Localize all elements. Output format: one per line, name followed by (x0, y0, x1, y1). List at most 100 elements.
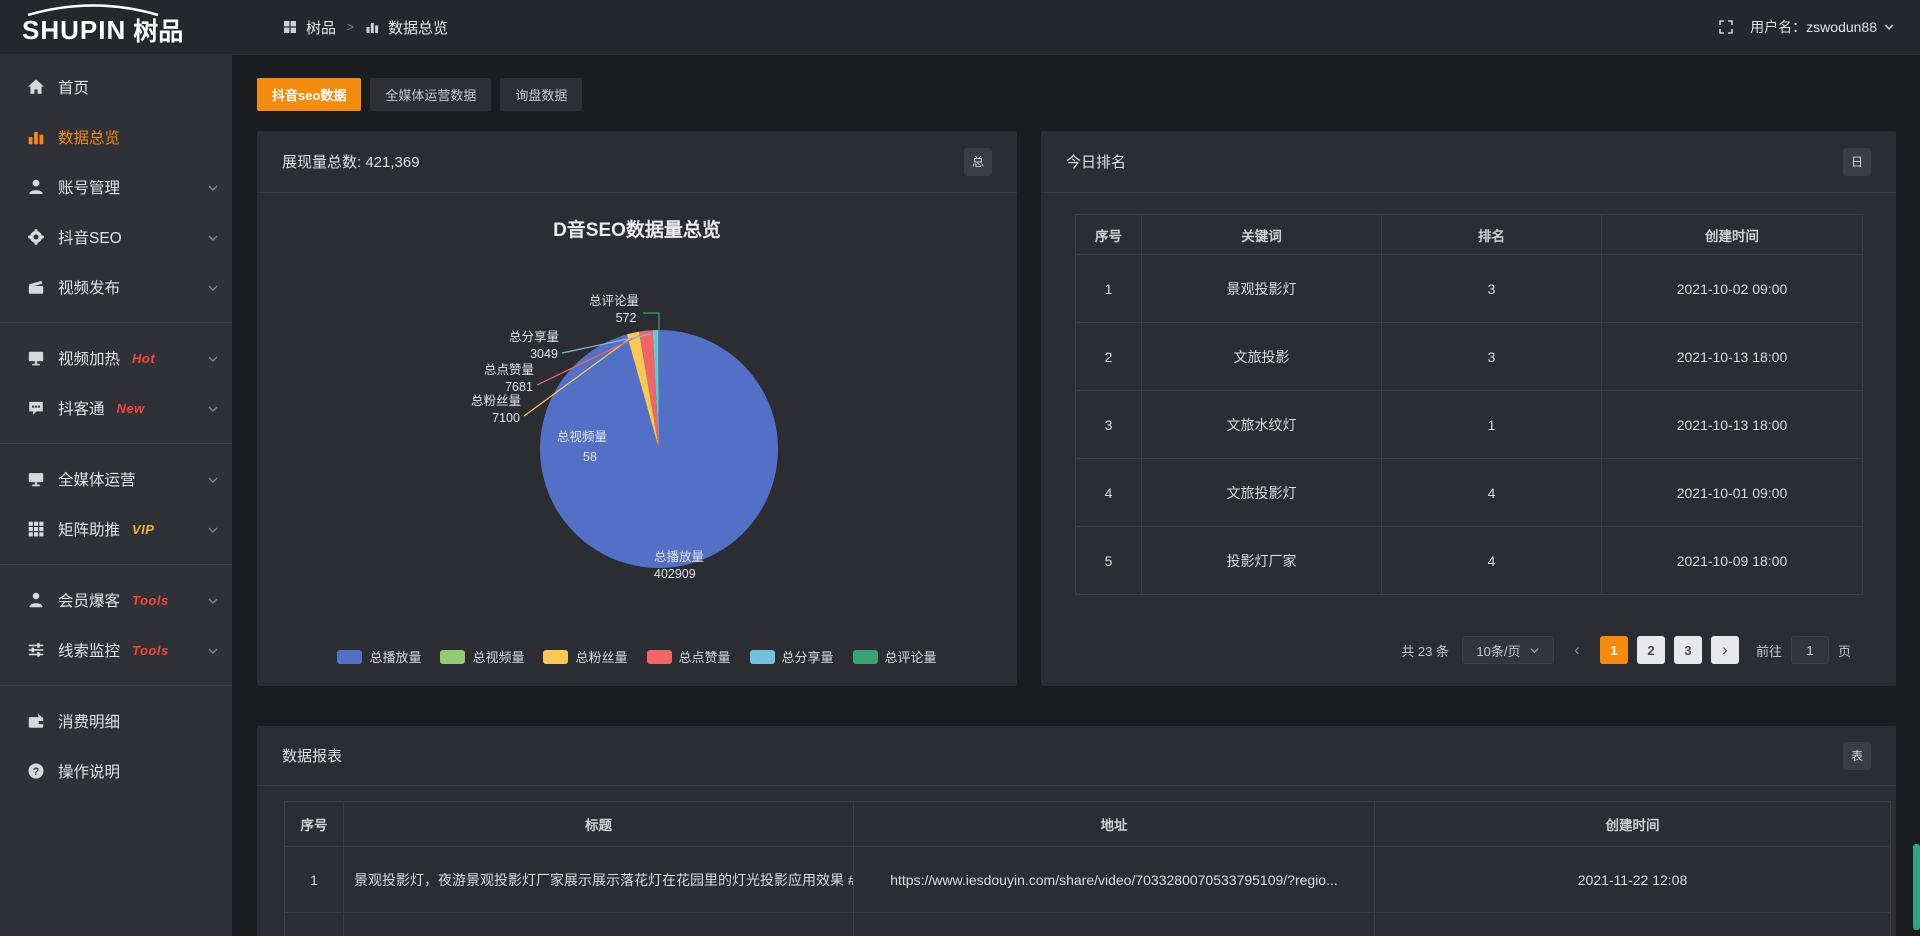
pie-label-总播放量: 402909 (654, 567, 696, 581)
legend-item-总点赞量[interactable]: 总点赞量 (647, 647, 731, 666)
ranking-col-关键词: 关键词 (1142, 215, 1382, 255)
topbar: SHUPIN 树品 树品 > 数据总览 用户名：zswodun88 (0, 0, 1920, 54)
sidebar-item-抖音SEO[interactable]: 抖音SEO (0, 212, 232, 262)
chevron-down-icon (207, 352, 219, 364)
chevron-down-icon (207, 594, 219, 606)
ranking-cell-no: 1 (1076, 255, 1142, 323)
chevron-down-icon (207, 231, 219, 243)
sidebar-divider (0, 564, 232, 565)
legend-item-总分享量[interactable]: 总分享量 (750, 647, 834, 666)
home-icon (27, 78, 45, 96)
legend-item-总播放量[interactable]: 总播放量 (337, 647, 421, 666)
legend-label: 总分享量 (782, 647, 834, 666)
scrollbar-thumb[interactable] (1913, 844, 1920, 930)
ranking-cell-keyword: 文旅水纹灯 (1142, 391, 1382, 459)
sliders-icon (27, 641, 45, 659)
ranking-cell-created: 2021-10-13 18:00 (1602, 323, 1863, 391)
legend-item-总视频量[interactable]: 总视频量 (440, 647, 524, 666)
ranking-cell-keyword: 文旅投影灯 (1142, 459, 1382, 527)
chevron-down-icon (1883, 21, 1895, 33)
report-col-标题: 标题 (344, 802, 854, 847)
sidebar-item-label: 全媒体运营 (58, 468, 136, 490)
sidebar-item-操作说明[interactable]: ?操作说明 (0, 746, 232, 796)
sidebar-item-label: 数据总览 (58, 126, 120, 148)
day-view-button[interactable]: 日 (1843, 148, 1871, 176)
report-header-row: 序号标题地址创建时间 (285, 802, 1891, 847)
sidebar-item-矩阵助推[interactable]: 矩阵助推 VIP (0, 504, 232, 554)
sidebar: 首页数据总览账号管理抖音SEO 视频发布视频加热Hot抖客通New 全媒体运营矩阵助… (0, 54, 232, 936)
ranking-col-序号: 序号 (1076, 215, 1142, 255)
page-button-2[interactable]: 2 (1637, 636, 1665, 664)
report-cell-title: 景观投影灯，夜游景观投影灯厂家展示展示落花灯在花园里的灯光投影应用效果 # (344, 847, 854, 913)
prev-page-button[interactable]: ‹ (1563, 636, 1591, 664)
sidebar-item-首页[interactable]: 首页 (0, 62, 232, 112)
page-button-1[interactable]: 1 (1600, 636, 1628, 664)
breadcrumb-root-icon (283, 20, 297, 34)
chevron-down-icon (1529, 645, 1540, 656)
app-logo: SHUPIN 树品 (22, 0, 232, 54)
table-row: 1景观投影灯，夜游景观投影灯厂家展示展示落花灯在花园里的灯光投影应用效果 #ht… (285, 847, 1891, 913)
grid-icon (27, 520, 45, 538)
sidebar-item-label: 账号管理 (58, 176, 120, 198)
sidebar-item-抖客通[interactable]: 抖客通New (0, 383, 232, 433)
total-view-button[interactable]: 总 (964, 148, 992, 176)
fullscreen-icon[interactable] (1718, 19, 1734, 35)
table-row: 4文旅投影灯42021-10-01 09:00 (1076, 459, 1863, 527)
ranking-cell-no: 2 (1076, 323, 1142, 391)
monitor-icon (27, 470, 45, 488)
chevron-down-icon (207, 473, 219, 485)
page-size-value: 10条/页 (1476, 641, 1520, 660)
table-row: 2文旅投影32021-10-13 18:00 (1076, 323, 1863, 391)
app-root: SHUPIN 树品 树品 > 数据总览 用户名：zswodun88 (0, 0, 1920, 936)
ranking-panel-title: 今日排名 (1066, 151, 1126, 172)
breadcrumb-root[interactable]: 树品 (306, 17, 336, 38)
table-view-button[interactable]: 表 (1843, 742, 1871, 770)
sidebar-item-视频加热[interactable]: 视频加热Hot (0, 333, 232, 383)
pie-label-总粉丝量: 7100 (492, 411, 520, 425)
breadcrumb-current[interactable]: 数据总览 (388, 17, 448, 38)
logo-text-cn: 树品 (133, 12, 183, 48)
legend-item-总粉丝量[interactable]: 总粉丝量 (543, 647, 627, 666)
report-cell-url[interactable]: https://www.iesdouyin.com/share/video/70… (854, 847, 1375, 913)
sidebar-item-视频发布[interactable]: 视频发布 (0, 262, 232, 312)
pie-label-总视频量: 总视频量 (557, 429, 607, 444)
sidebar-item-label: 矩阵助推 (58, 518, 120, 540)
display-icon (27, 349, 45, 367)
report-cell-no: 1 (285, 847, 344, 913)
data-tabs: 抖音seo数据全媒体运营数据询盘数据 (257, 78, 582, 111)
sidebar-item-全媒体运营[interactable]: 全媒体运营 (0, 454, 232, 504)
ranking-cell-no: 3 (1076, 391, 1142, 459)
chevron-down-icon (207, 402, 219, 414)
goto-page-input[interactable] (1791, 636, 1829, 664)
table-row (285, 913, 1891, 936)
pie-label-总分享量: 总分享量 (509, 329, 559, 344)
legend-item-总评论量[interactable]: 总评论量 (853, 647, 937, 666)
tab-全媒体运营数据[interactable]: 全媒体运营数据 (370, 78, 491, 111)
overview-panel: 展现量总数: 421,369 总 D音SEO数据量总览 总播放量402909总视… (257, 131, 1017, 686)
legend-chip (543, 650, 568, 664)
sidebar-item-账号管理[interactable]: 账号管理 (0, 162, 232, 212)
tab-询盘数据[interactable]: 询盘数据 (500, 78, 582, 111)
pie-label-总视频量: 58 (583, 450, 597, 464)
next-page-button[interactable]: › (1711, 636, 1739, 664)
report-col-地址: 地址 (854, 802, 1375, 847)
ranking-table: 序号关键词排名创建时间1景观投影灯32021-10-02 09:002文旅投影3… (1075, 214, 1862, 595)
sidebar-item-线索监控[interactable]: 线索监控Tools (0, 625, 232, 675)
pie-legend: 总播放量总视频量总粉丝量 总点赞量 总分享量总评论量 (257, 647, 1017, 666)
ranking-cell-rank: 3 (1382, 255, 1602, 323)
pie-label-总粉丝量: 总粉丝量 (471, 393, 521, 408)
table-row: 5投影灯厂家42021-10-09 18:00 (1076, 527, 1863, 595)
page-size-select[interactable]: 10条/页 (1462, 636, 1554, 664)
legend-label: 总点赞量 (679, 647, 731, 666)
tab-抖音seo数据[interactable]: 抖音seo数据 (257, 78, 361, 111)
table-row: 1景观投影灯32021-10-02 09:00 (1076, 255, 1863, 323)
user-menu[interactable]: 用户名：zswodun88 (1750, 17, 1895, 37)
sidebar-item-label: 视频发布 (58, 276, 120, 298)
sidebar-badge-VIP: VIP (132, 522, 154, 537)
sidebar-item-会员爆客[interactable]: 会员爆客Tools (0, 575, 232, 625)
ranking-col-创建时间: 创建时间 (1602, 215, 1863, 255)
sidebar-item-数据总览[interactable]: 数据总览 (0, 112, 232, 162)
sidebar-item-消费明细[interactable]: 消费明细 (0, 696, 232, 746)
question-icon: ? (27, 762, 45, 780)
page-button-3[interactable]: 3 (1674, 636, 1702, 664)
